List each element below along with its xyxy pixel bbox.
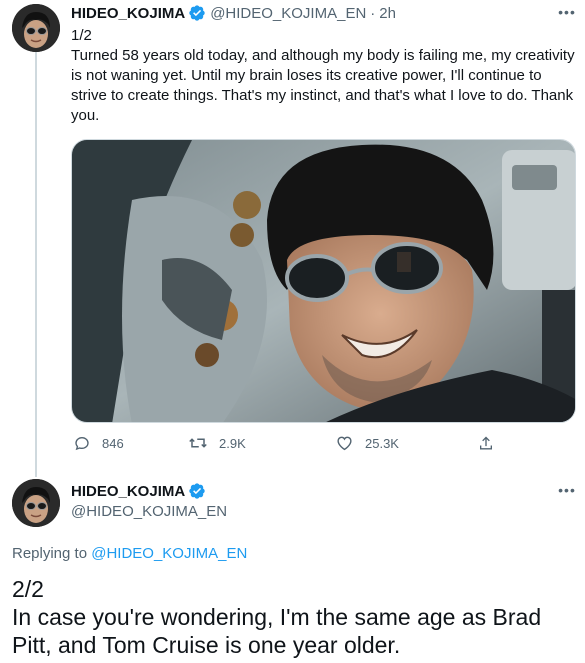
display-name[interactable]: HIDEO_KOJIMA [71, 5, 185, 22]
replying-to-handle-link[interactable]: @HIDEO_KOJIMA_EN [91, 545, 247, 562]
handle[interactable]: @HIDEO_KOJIMA_EN [71, 503, 227, 520]
replying-to: Replying to @HIDEO_KOJIMA_EN [12, 545, 247, 562]
more-options-icon[interactable]: ••• [557, 482, 577, 502]
avatar-photo [12, 479, 60, 527]
tweet-photo[interactable] [71, 139, 576, 423]
tweet-header: HIDEO_KOJIMA [71, 482, 206, 500]
retweet-button[interactable]: 2.9K [189, 435, 246, 451]
tweet-header: HIDEO_KOJIMA @HIDEO_KOJIMA_EN · 2h [71, 4, 396, 22]
avatar-photo [12, 4, 60, 52]
selfie-photo-image [72, 140, 575, 422]
tweet-text: 2/2 In case you're wondering, I'm the sa… [12, 576, 542, 658]
separator-dot: · [370, 4, 376, 22]
like-button[interactable]: 25.3K [336, 435, 399, 451]
heart-icon [337, 436, 352, 451]
reply-icon [75, 436, 89, 451]
like-count: 25.3K [365, 435, 399, 451]
retweet-count: 2.9K [219, 435, 246, 451]
reply-button[interactable]: 846 [74, 435, 124, 451]
share-icon [480, 436, 492, 450]
more-options-icon[interactable]: ••• [557, 4, 577, 24]
timestamp[interactable]: 2h [379, 5, 396, 22]
share-button[interactable] [478, 435, 506, 452]
replying-to-label: Replying to [12, 545, 92, 562]
handle[interactable]: @HIDEO_KOJIMA_EN [210, 5, 366, 22]
handle-row: @HIDEO_KOJIMA_EN [71, 503, 227, 520]
thread-connector-line [35, 52, 37, 477]
retweet-icon [189, 438, 207, 448]
avatar[interactable] [12, 4, 60, 52]
tweet-text: 1/2 Turned 58 years old today, and altho… [71, 27, 575, 124]
reply-count: 846 [102, 435, 124, 451]
display-name[interactable]: HIDEO_KOJIMA [71, 483, 185, 500]
verified-badge-icon [188, 4, 206, 22]
verified-badge-icon [188, 482, 206, 500]
tweet-actions-bar: 846 2.9K 25.3K [71, 435, 576, 457]
avatar[interactable] [12, 479, 60, 527]
